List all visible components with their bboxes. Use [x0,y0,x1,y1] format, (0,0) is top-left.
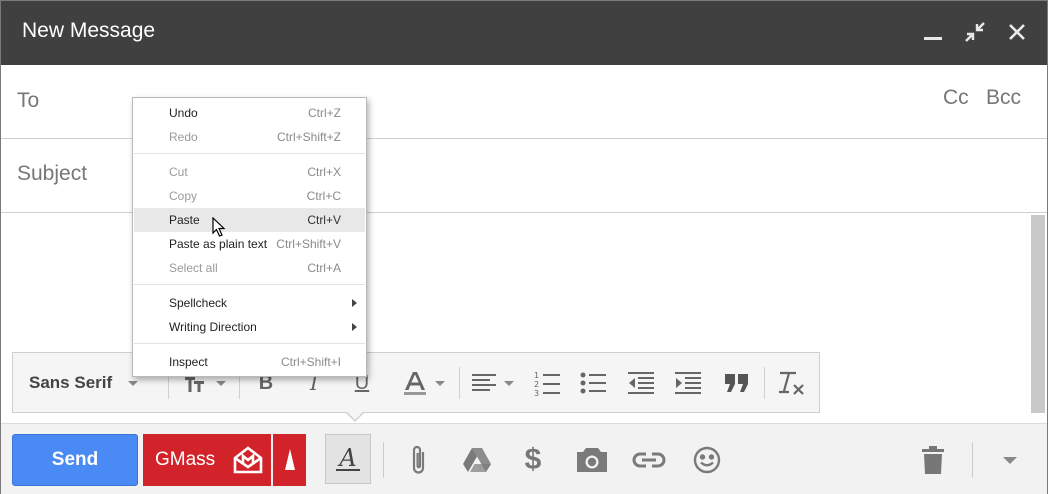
mouse-pointer-icon [212,216,226,242]
minimize-icon[interactable] [920,19,946,45]
menu-item-undo[interactable]: Undo Ctrl+Z [134,101,365,125]
menu-divider [134,284,365,285]
menu-item-shortcut: Ctrl+A [307,261,341,275]
indent-more-icon[interactable] [672,365,704,401]
menu-item-label: Undo [169,106,198,120]
close-icon[interactable] [1004,19,1030,45]
menu-item-label: Spellcheck [169,296,228,310]
menu-item-shortcut: Ctrl+V [307,213,341,227]
menu-item-label: Select all [169,261,218,275]
chevron-down-icon [128,380,139,386]
menu-item-label: Redo [169,130,198,144]
gmass-button[interactable]: GMass [143,434,271,486]
menu-item-shortcut: Ctrl+Shift+V [276,237,341,251]
menu-divider [134,153,365,154]
menu-item-spellcheck[interactable]: Spellcheck [134,291,365,315]
bulleted-list-icon[interactable] [577,365,609,401]
link-icon[interactable] [631,442,667,478]
photo-icon[interactable] [574,442,610,478]
cc-link[interactable]: Cc [943,86,969,110]
menu-item-shortcut: Ctrl+Shift+Z [276,130,341,144]
to-label: To [17,89,40,112]
menu-item-shortcut: Ctrl+Z [308,106,341,120]
menu-item-label: Paste [169,213,200,227]
svg-text:2: 2 [534,380,539,389]
money-icon[interactable]: $ [515,442,551,478]
menu-item-shortcut: Ctrl+C [306,189,341,203]
remove-formatting-icon[interactable] [775,365,807,401]
quote-icon[interactable] [721,365,753,401]
menu-item-paste-plain[interactable]: Paste as plain text Ctrl+Shift+V [134,232,365,256]
menu-item-shortcut: Ctrl+X [307,165,341,179]
bcc-link[interactable]: Bcc [986,86,1021,110]
formatting-options-icon[interactable]: A [325,434,371,484]
drive-icon[interactable] [459,442,495,478]
menu-item-paste[interactable]: Paste Ctrl+V [134,208,365,232]
menu-item-copy[interactable]: Copy Ctrl+C [134,184,365,208]
menu-item-redo[interactable]: Redo Ctrl+Shift+Z [134,125,365,149]
divider [972,442,973,478]
svg-text:3: 3 [534,389,539,396]
body-scrollbar[interactable] [1031,215,1045,413]
svg-text:1: 1 [534,371,539,380]
exit-fullscreen-icon[interactable] [962,19,988,45]
align-icon[interactable] [467,365,519,401]
send-button[interactable]: Send [12,434,138,486]
gmass-logo-icon [233,446,263,480]
divider [459,367,460,399]
menu-item-label: Copy [169,189,198,203]
emoji-icon[interactable] [689,442,725,478]
text-color-icon[interactable] [394,365,454,401]
menu-item-label: Inspect [169,355,208,369]
indent-less-icon[interactable] [625,365,657,401]
more-options-icon[interactable] [992,442,1028,478]
trash-icon[interactable] [915,442,951,478]
menu-item-label: Cut [169,165,188,179]
menu-item-shortcut: Ctrl+Shift+I [280,355,341,369]
menu-item-inspect[interactable]: Inspect Ctrl+Shift+I [134,350,365,374]
compose-window: New Message To Cc Bcc Subject Sans Serif [0,0,1048,494]
chevron-right-icon [352,323,357,331]
context-menu: Undo Ctrl+Z Redo Ctrl+Shift+Z Cut Ctrl+X… [132,97,367,377]
attach-icon[interactable] [401,442,437,478]
toolbar-pointer [346,412,364,422]
subject-label: Subject [17,162,88,185]
divider [764,367,765,399]
numbered-list-icon[interactable]: 123 [531,365,563,401]
menu-item-cut[interactable]: Cut Ctrl+X [134,160,365,184]
divider [383,442,384,478]
gmass-settings-icon[interactable] [273,434,306,486]
chevron-right-icon [352,299,357,307]
menu-item-label: Writing Direction [169,320,257,334]
menu-divider [134,343,365,344]
menu-item-select-all[interactable]: Select all Ctrl+A [134,256,365,280]
action-bar: Send GMass A $ [1,423,1047,494]
title-bar: New Message [1,1,1047,65]
gmass-label: GMass [155,449,216,470]
font-family-label: Sans Serif [29,373,113,392]
window-title: New Message [22,19,156,42]
menu-item-writing-direction[interactable]: Writing Direction [134,315,365,339]
